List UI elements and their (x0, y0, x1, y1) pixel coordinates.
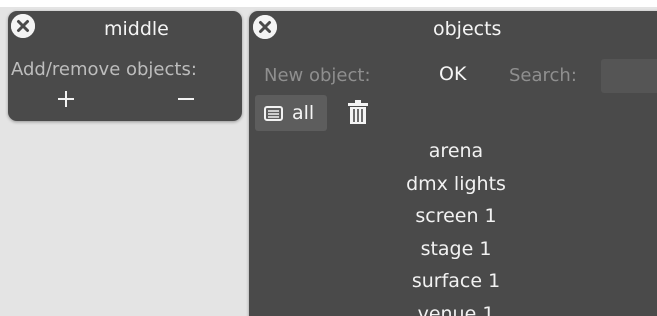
filter-all-label: all (292, 102, 315, 124)
search-label: Search: (509, 65, 577, 86)
add-object-button[interactable] (48, 85, 84, 113)
trash-icon[interactable] (347, 99, 369, 129)
objects-panel-title: objects (433, 18, 502, 40)
middle-panel: middle Add/remove objects: (8, 11, 242, 121)
list-item[interactable]: screen 1 (249, 200, 657, 233)
list-item[interactable]: stage 1 (249, 233, 657, 266)
middle-panel-title: middle (104, 18, 169, 40)
ok-button[interactable]: OK (439, 63, 466, 85)
list-item[interactable]: venue 1 (249, 298, 657, 316)
close-icon[interactable] (11, 14, 35, 38)
object-list: arena dmx lights screen 1 stage 1 surfac… (249, 135, 657, 316)
new-object-label[interactable]: New object: (264, 65, 371, 86)
minus-icon (178, 98, 194, 100)
list-item[interactable]: surface 1 (249, 265, 657, 298)
filter-all-button[interactable]: all (255, 95, 327, 131)
objects-panel: objects New object: OK Search: all arena… (249, 11, 657, 316)
add-remove-label: Add/remove objects: (11, 59, 197, 80)
list-item[interactable]: arena (249, 135, 657, 168)
close-icon[interactable] (253, 15, 277, 39)
search-input[interactable] (601, 59, 657, 93)
remove-object-button[interactable] (168, 85, 204, 113)
list-icon (264, 105, 283, 121)
plus-icon (58, 91, 74, 107)
workspace: middle Add/remove objects: objects New o… (0, 0, 657, 316)
list-item[interactable]: dmx lights (249, 168, 657, 201)
